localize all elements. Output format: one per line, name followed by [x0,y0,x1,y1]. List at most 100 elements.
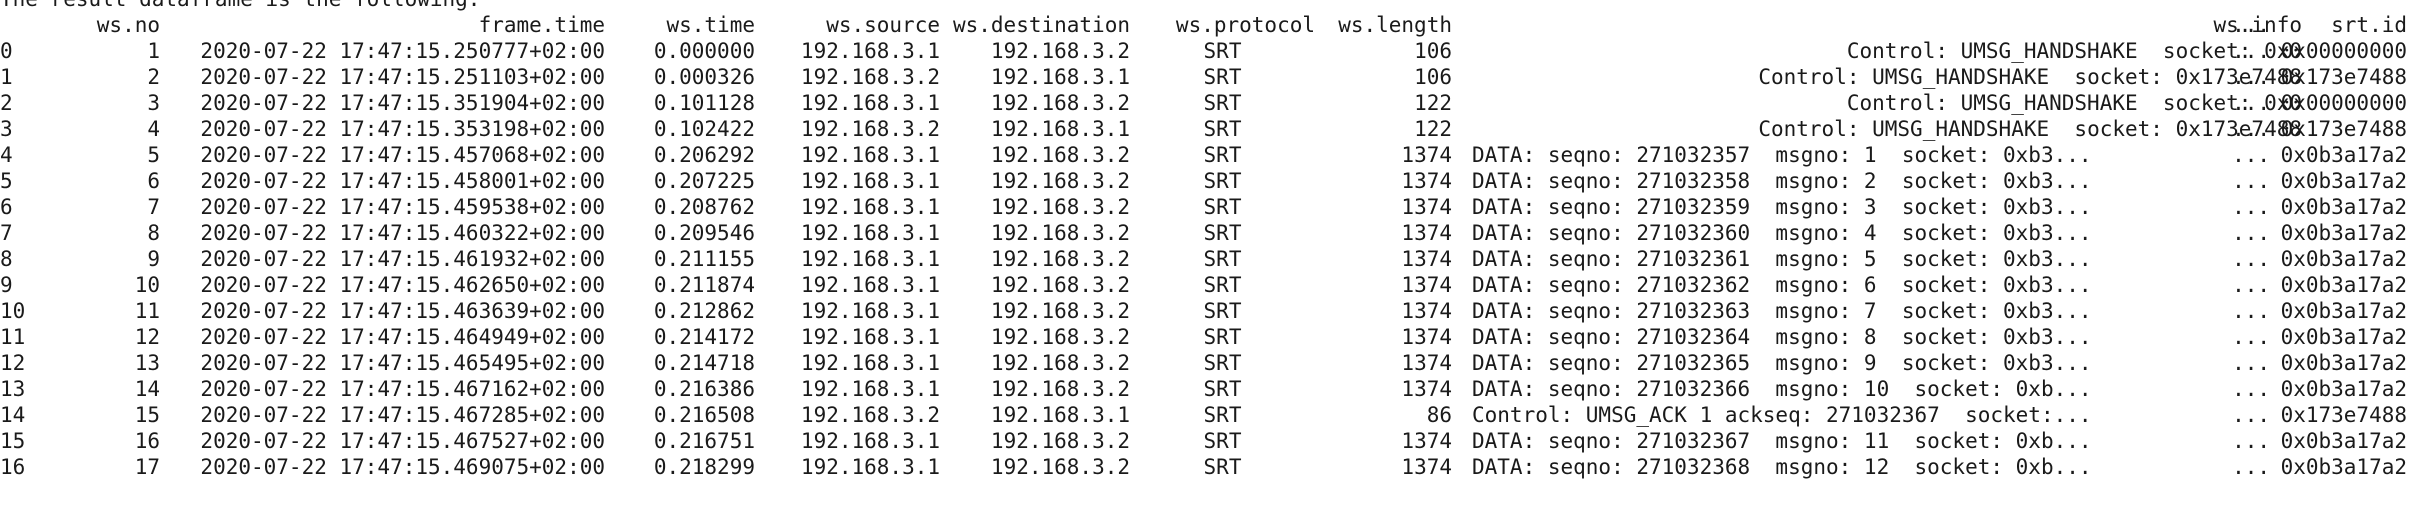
table-row: 3 4 2020-07-22 17:47:15.353198+02:00 0.1024… [0,116,2414,142]
cell-ws-destination: 192.168.3.2 [990,273,1130,297]
cell-ws-destination: 192.168.3.2 [990,247,1130,271]
table-row: 5 6 2020-07-22 17:47:15.458001+02:00 0.2072… [0,168,2414,194]
cell-ws-info: DATA: seqno: 271032357 msgno: 1 socket: … [1472,143,2092,167]
cell-ws-no: 4 [147,117,160,141]
cell-ws-source: 192.168.3.1 [800,169,940,193]
cell-ws-destination: 192.168.3.2 [990,325,1130,349]
cell-frame-time: 2020-07-22 17:47:15.463639+02:00 [200,299,605,323]
cell-srt-id: 0x173e7488 [2280,117,2407,141]
header-ws-length: ws.length [1338,13,1452,37]
cell-ws-info: DATA: seqno: 271032365 msgno: 9 socket: … [1472,351,2092,375]
cell-ws-no: 8 [147,221,160,245]
cell-ws-destination: 192.168.3.1 [990,117,1130,141]
cell-ws-no: 16 [134,429,160,453]
cell-ws-length: 86 [1426,403,1452,427]
table-row: 15 16 2020-07-22 17:47:15.467527+02:00 0.21… [0,428,2414,454]
cell-ws-protocol: SRT [1203,39,1242,63]
cell-ws-time: 0.216386 [653,377,755,401]
cell-ws-source: 192.168.3.1 [800,91,940,115]
header-ws-no: ws.no [96,13,160,37]
cell-ws-no: 1 [147,39,160,63]
cell-frame-time: 2020-07-22 17:47:15.460322+02:00 [200,221,605,245]
cell-ws-info: DATA: seqno: 271032367 msgno: 11 socket:… [1472,429,2092,453]
header-ws-info: ws.info [2213,13,2302,37]
cell-srt-id: 0x0b3a17a2 [2280,169,2407,193]
cell-ws-no: 7 [147,195,160,219]
cell-ws-time: 0.214718 [653,351,755,375]
cell-ws-info: DATA: seqno: 271032364 msgno: 8 socket: … [1472,325,2092,349]
cell-srt-id: 0x0b3a17a2 [2280,377,2407,401]
table-row: 0 1 2020-07-22 17:47:15.250777+02:00 0.0000… [0,38,2414,64]
table-row: 6 7 2020-07-22 17:47:15.459538+02:00 0.2087… [0,194,2414,220]
cell-ws-length: 1374 [1401,195,1452,219]
cell-ws-time: 0.214172 [653,325,755,349]
cell-ws-protocol: SRT [1203,273,1242,297]
table-row: 16 17 2020-07-22 17:47:15.469075+02:00 0.21… [0,454,2414,480]
cell-ws-info: DATA: seqno: 271032363 msgno: 7 socket: … [1472,299,2092,323]
cell-ws-destination: 192.168.3.2 [990,351,1130,375]
cell-frame-time: 2020-07-22 17:47:15.250777+02:00 [200,39,605,63]
cell-frame-time: 2020-07-22 17:47:15.458001+02:00 [200,169,605,193]
cell-ws-protocol: SRT [1203,377,1242,401]
cell-ws-info: Control: UMSG_HANDSHAKE socket: 0x0 [1846,39,2302,63]
cell-frame-time: 2020-07-22 17:47:15.351904+02:00 [200,91,605,115]
cell-ws-source: 192.168.3.1 [800,221,940,245]
header-ws-source: ws.source [826,13,940,37]
cell-ws-source: 192.168.3.1 [800,429,940,453]
cell-ws-source: 192.168.3.2 [800,117,940,141]
cell-ws-destination: 192.168.3.2 [990,377,1130,401]
cell-frame-time: 2020-07-22 17:47:15.462650+02:00 [200,273,605,297]
cell-ws-info: Control: UMSG_HANDSHAKE socket: 0x173e74… [1758,117,2302,141]
cell-srt-id: 0x0b3a17a2 [2280,221,2407,245]
cell-ws-info: Control: UMSG_HANDSHAKE socket: 0x173e74… [1758,65,2302,89]
cell-ws-time: 0.209546 [653,221,755,245]
cell-ws-info: DATA: seqno: 271032366 msgno: 10 socket:… [1472,377,2092,401]
cell-ws-protocol: SRT [1203,429,1242,453]
cell-ws-info: Control: UMSG_ACK 1 ackseq: 271032367 so… [1472,403,2092,427]
table-body: 0 1 2020-07-22 17:47:15.250777+02:00 0.0000… [0,38,2414,480]
cell-ws-no: 14 [134,377,160,401]
cell-srt-id: 0x173e7488 [2280,403,2407,427]
cell-srt-id: 0x0b3a17a2 [2280,195,2407,219]
cell-ws-info: DATA: seqno: 271032362 msgno: 6 socket: … [1472,273,2092,297]
cell-ws-destination: 192.168.3.1 [990,403,1130,427]
table-header-row: ws.no frame.time ws.time ws.source ws.de… [0,12,2414,38]
cell-frame-time: 2020-07-22 17:47:15.467527+02:00 [200,429,605,453]
cell-ws-source: 192.168.3.1 [800,325,940,349]
cell-ws-length: 1374 [1401,455,1452,479]
cell-frame-time: 2020-07-22 17:47:15.353198+02:00 [200,117,605,141]
cell-ws-protocol: SRT [1203,299,1242,323]
table-row: 1 2 2020-07-22 17:47:15.251103+02:00 0.0003… [0,64,2414,90]
cell-ws-source: 192.168.3.2 [800,65,940,89]
cell-ws-length: 1374 [1401,221,1452,245]
table-row: 14 15 2020-07-22 17:47:15.467285+02:00 0.21… [0,402,2414,428]
cell-ws-destination: 192.168.3.1 [990,65,1130,89]
cell-ws-source: 192.168.3.1 [800,39,940,63]
cell-ws-time: 0.207225 [653,169,755,193]
cell-ws-length: 1374 [1401,351,1452,375]
cell-ws-no: 6 [147,169,160,193]
cell-ws-protocol: SRT [1203,325,1242,349]
cell-ws-protocol: SRT [1203,247,1242,271]
cell-ws-time: 0.208762 [653,195,755,219]
cell-ws-no: 11 [134,299,160,323]
cell-ws-length: 122 [1414,117,1452,141]
cell-ws-source: 192.168.3.1 [800,195,940,219]
cell-ws-info: DATA: seqno: 271032359 msgno: 3 socket: … [1472,195,2092,219]
cell-srt-id: 0x0b3a17a2 [2280,325,2407,349]
cell-ws-protocol: SRT [1203,195,1242,219]
header-ws-destination: ws.destination [952,13,1130,37]
cell-ws-no: 13 [134,351,160,375]
header-ws-time: ws.time [666,13,755,37]
cell-ws-destination: 192.168.3.2 [990,299,1130,323]
cell-ws-info: Control: UMSG_HANDSHAKE socket: 0x0 [1846,91,2302,115]
cell-ws-destination: 192.168.3.2 [990,429,1130,453]
cell-srt-id: 0x0b3a17a2 [2280,299,2407,323]
cell-ws-length: 106 [1414,39,1452,63]
cell-ws-destination: 192.168.3.2 [990,195,1130,219]
cell-ws-time: 0.211155 [653,247,755,271]
cell-ws-info: DATA: seqno: 271032358 msgno: 2 socket: … [1472,169,2092,193]
cell-srt-id: 0x0b3a17a2 [2280,143,2407,167]
cell-ws-time: 0.000326 [653,65,755,89]
cell-frame-time: 2020-07-22 17:47:15.459538+02:00 [200,195,605,219]
